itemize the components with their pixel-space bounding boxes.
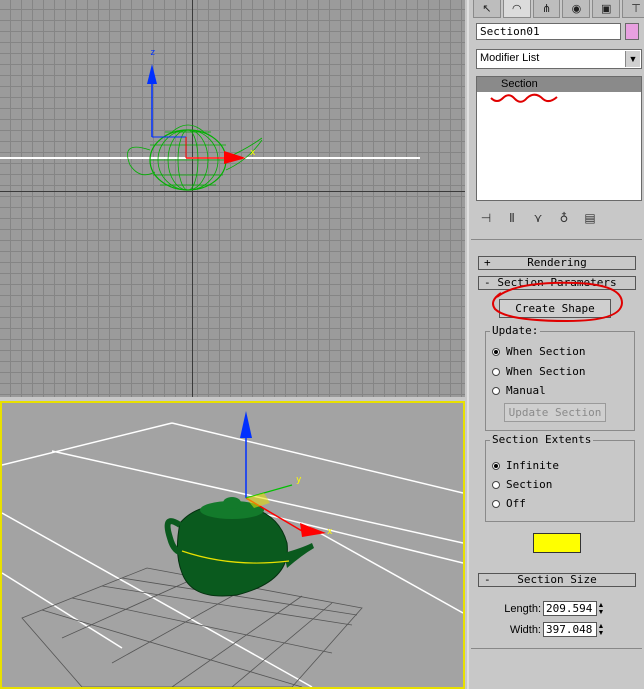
section-size-rollout[interactable]: - Section Size	[478, 573, 636, 587]
section-color-swatch[interactable]	[533, 533, 581, 553]
axis-z-label: z	[150, 48, 156, 58]
length-input[interactable]: 209.594	[543, 601, 597, 616]
radio-label: Infinite	[506, 459, 559, 472]
hierarchy-icon: ⋔	[541, 2, 552, 15]
make-unique-icon[interactable]: ⋎	[528, 211, 548, 225]
spinner-arrows-icon[interactable]: ▲ ▼	[597, 602, 605, 616]
update-group-label: Update:	[490, 324, 541, 337]
show-end-result-icon[interactable]: Ⅱ	[502, 211, 522, 225]
create-shape-button[interactable]: Create Shape	[499, 299, 611, 318]
radio-infinite[interactable]: Infinite	[492, 459, 559, 472]
command-panel: ↖ ◠ ⋔ ◉ ▣ ⊤ Section01 Modifier List ▼ Se…	[467, 0, 644, 689]
stack-toolbar: ⊣ Ⅱ ⋎ ♁ ▤	[476, 208, 642, 228]
rollout-title: Section Parameters	[497, 276, 617, 289]
utilities-tab[interactable]: ⊤	[622, 0, 644, 18]
radio-off[interactable]: Off	[492, 497, 526, 510]
rollout-title: Rendering	[527, 256, 587, 269]
rollout-collapse-icon: -	[484, 573, 491, 586]
hierarchy-tab[interactable]: ⋔	[532, 0, 561, 18]
hammer-icon: ⊤	[631, 2, 641, 15]
section-extents-group: Section Extents Infinite Section Off	[485, 433, 635, 522]
section-parameters-rollout[interactable]: - Section Parameters	[478, 276, 636, 290]
configure-sets-icon[interactable]: ▤	[580, 211, 600, 225]
teapot-wireframe	[127, 64, 263, 191]
perspective-scene	[2, 411, 463, 687]
panel-divider	[471, 239, 642, 240]
top-viewport[interactable]: z x	[0, 0, 465, 397]
dropdown-arrow-icon: ▼	[625, 51, 640, 67]
length-label: Length:	[504, 602, 541, 615]
radio-selected-icon	[492, 461, 500, 470]
section-extents-label: Section Extents	[490, 433, 594, 446]
display-tab[interactable]: ▣	[592, 0, 621, 18]
radio-label: Section	[506, 478, 553, 491]
radio-section-boundary[interactable]: Section	[492, 478, 552, 491]
modifier-list-dropdown[interactable]: Modifier List ▼	[476, 49, 642, 69]
modifier-list-label: Modifier List	[480, 52, 540, 64]
spinner-arrows-icon[interactable]: ▲ ▼	[597, 623, 605, 637]
object-name-field[interactable]: Section01	[476, 23, 621, 40]
motion-icon: ◉	[571, 2, 582, 15]
persp-axis-y-label: y	[296, 475, 302, 485]
motion-tab[interactable]: ◉	[562, 0, 591, 18]
width-spinner: Width: 397.048 ▲ ▼	[469, 622, 605, 637]
command-panel-tabs: ↖ ◠ ⋔ ◉ ▣ ⊤	[469, 0, 644, 18]
radio-unselected-icon	[492, 367, 500, 376]
update-group: Update: When Section When Section Manual…	[485, 324, 635, 431]
rollout-expand-icon: +	[484, 256, 491, 269]
pin-stack-icon[interactable]: ⊣	[476, 211, 496, 225]
stack-item-section[interactable]: Section	[477, 77, 641, 92]
radio-manual[interactable]: Manual	[492, 384, 546, 397]
update-section-button[interactable]: Update Section	[504, 403, 606, 422]
modify-tab[interactable]: ◠	[502, 0, 531, 18]
radio-label: Manual	[506, 384, 546, 397]
display-icon: ▣	[601, 2, 612, 15]
radio-unselected-icon	[492, 499, 500, 508]
radio-when-section-2[interactable]: When Section	[492, 365, 585, 378]
persp-axis-x-label: x	[327, 527, 333, 537]
perspective-viewport[interactable]: x y	[0, 401, 465, 689]
radio-label: When Section	[506, 345, 586, 358]
radio-when-section-1[interactable]: When Section	[492, 345, 585, 358]
radio-label: When Section	[506, 365, 586, 378]
width-label: Width:	[509, 623, 541, 636]
rollout-title: Section Size	[517, 573, 597, 586]
rendering-rollout[interactable]: + Rendering	[478, 256, 636, 270]
object-color-swatch[interactable]	[625, 23, 639, 40]
axis-x-label: x	[250, 148, 256, 158]
radio-unselected-icon	[492, 480, 500, 489]
width-input[interactable]: 397.048	[543, 622, 597, 637]
panel-bottom-divider	[471, 648, 642, 649]
modifier-stack[interactable]: Section	[476, 76, 642, 201]
create-tab[interactable]: ↖	[473, 0, 501, 18]
remove-modifier-icon[interactable]: ♁	[554, 211, 574, 225]
bend-icon: ◠	[511, 2, 522, 15]
cursor-icon: ↖	[482, 2, 492, 15]
rollout-collapse-icon: -	[484, 276, 491, 289]
radio-selected-icon	[492, 347, 500, 356]
radio-label: Off	[506, 497, 526, 510]
radio-unselected-icon	[492, 386, 500, 395]
length-spinner: Length: 209.594 ▲ ▼	[469, 601, 605, 616]
